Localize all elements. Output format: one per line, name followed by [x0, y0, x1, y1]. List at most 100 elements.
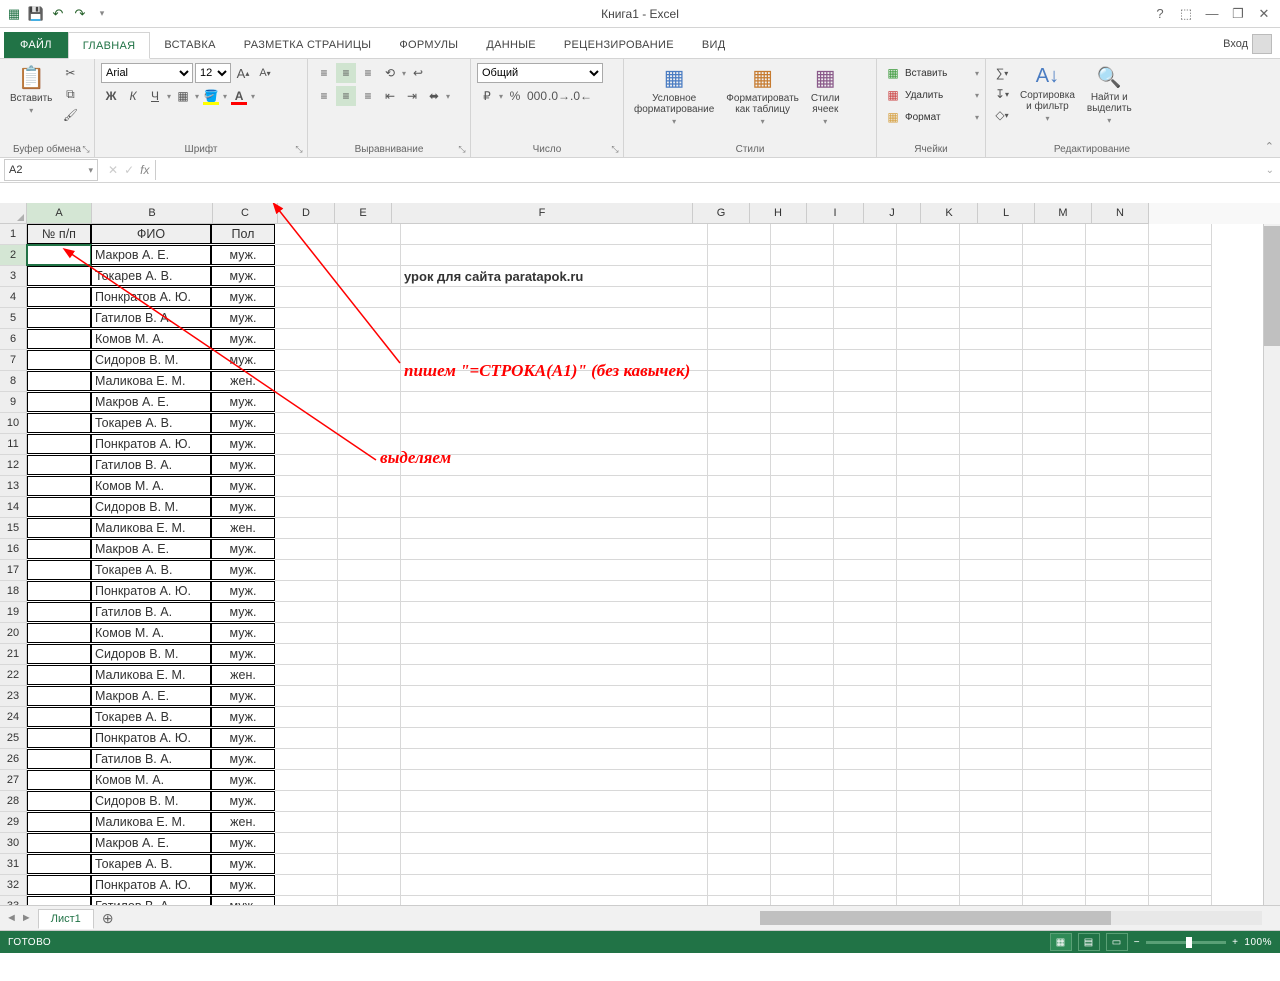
cell[interactable] [338, 686, 401, 707]
cell[interactable] [1149, 518, 1212, 539]
row-header[interactable]: 33 [0, 896, 27, 906]
cell[interactable] [401, 560, 708, 581]
row-header[interactable]: 1 [0, 224, 27, 245]
cut-icon[interactable]: ✂ [60, 63, 80, 83]
cell[interactable] [960, 896, 1023, 906]
row-header[interactable]: 20 [0, 623, 27, 644]
cell[interactable] [1149, 791, 1212, 812]
cell[interactable] [1086, 623, 1149, 644]
cell[interactable] [834, 350, 897, 371]
cell[interactable] [401, 329, 708, 350]
cell[interactable] [1023, 854, 1086, 875]
copy-icon[interactable]: ⧉ [60, 84, 80, 104]
cell[interactable] [960, 833, 1023, 854]
ribbon-options-icon[interactable]: ⬚ [1174, 4, 1198, 24]
cell[interactable] [708, 539, 771, 560]
cell[interactable] [1086, 665, 1149, 686]
cell[interactable]: ФИО [91, 224, 211, 244]
cell[interactable] [1023, 728, 1086, 749]
cell[interactable] [771, 728, 834, 749]
cell[interactable]: Токарев А. В. [91, 854, 211, 874]
cell[interactable] [834, 707, 897, 728]
align-middle-icon[interactable]: ≡ [336, 63, 356, 83]
cell[interactable] [275, 497, 338, 518]
cell[interactable] [834, 728, 897, 749]
cell[interactable] [338, 413, 401, 434]
col-header-N[interactable]: N [1092, 203, 1149, 224]
cell[interactable] [1086, 392, 1149, 413]
cell[interactable] [897, 224, 960, 245]
cell[interactable]: Комов М. А. [91, 476, 211, 496]
cell[interactable] [27, 854, 91, 874]
cell[interactable] [338, 791, 401, 812]
format-as-table-button[interactable]: ▦Форматировать как таблицу▾ [722, 63, 803, 128]
cell[interactable] [275, 749, 338, 770]
cell[interactable] [771, 875, 834, 896]
cell[interactable] [401, 413, 708, 434]
cell[interactable] [897, 392, 960, 413]
cell[interactable]: Сидоров В. М. [91, 791, 211, 811]
cell[interactable] [960, 476, 1023, 497]
cell[interactable] [27, 833, 91, 853]
number-launcher-icon[interactable]: ⤡ [609, 143, 621, 155]
number-format-select[interactable]: Общий [477, 63, 603, 83]
cell[interactable] [897, 707, 960, 728]
cell[interactable] [1023, 287, 1086, 308]
cell[interactable] [960, 749, 1023, 770]
row-header[interactable]: 10 [0, 413, 27, 434]
sheet-nav-prev-icon[interactable]: ◄ [6, 912, 17, 924]
cell[interactable] [1023, 665, 1086, 686]
decrease-decimal-icon[interactable]: .0← [571, 86, 591, 106]
cell[interactable] [401, 833, 708, 854]
cell[interactable] [1086, 770, 1149, 791]
cell[interactable] [1086, 560, 1149, 581]
cell[interactable] [1149, 728, 1212, 749]
cell[interactable] [897, 539, 960, 560]
tab-рецензирование[interactable]: РЕЦЕНЗИРОВАНИЕ [550, 32, 688, 58]
cell[interactable]: муж. [211, 287, 275, 307]
cell[interactable] [338, 581, 401, 602]
row-header[interactable]: 31 [0, 854, 27, 875]
cell[interactable] [275, 602, 338, 623]
col-header-G[interactable]: G [693, 203, 750, 224]
cell[interactable]: Токарев А. В. [91, 707, 211, 727]
cell[interactable] [27, 392, 91, 412]
cell[interactable] [1023, 245, 1086, 266]
cell[interactable] [275, 833, 338, 854]
cell[interactable] [708, 707, 771, 728]
sheet-nav-next-icon[interactable]: ► [21, 912, 32, 924]
cell[interactable] [834, 392, 897, 413]
cell[interactable] [401, 665, 708, 686]
autosum-icon[interactable]: ∑▾ [992, 63, 1012, 83]
cell[interactable]: муж. [211, 560, 275, 580]
cell[interactable]: Комов М. А. [91, 623, 211, 643]
cell[interactable] [708, 455, 771, 476]
find-select-button[interactable]: 🔍Найти и выделить▾ [1083, 63, 1136, 127]
cell[interactable] [338, 434, 401, 455]
cell[interactable] [834, 581, 897, 602]
cell[interactable] [1023, 329, 1086, 350]
cell[interactable] [401, 854, 708, 875]
format-painter-icon[interactable]: 🖌 [60, 105, 80, 125]
cell[interactable] [897, 623, 960, 644]
help-icon[interactable]: ? [1148, 4, 1172, 24]
cell[interactable]: муж. [211, 581, 275, 601]
cell[interactable] [1149, 812, 1212, 833]
cell[interactable] [275, 854, 338, 875]
cell[interactable] [275, 266, 338, 287]
cell[interactable] [960, 707, 1023, 728]
cell[interactable] [27, 896, 91, 906]
cell[interactable] [960, 770, 1023, 791]
cell[interactable] [275, 455, 338, 476]
cell[interactable]: муж. [211, 644, 275, 664]
cell[interactable] [771, 539, 834, 560]
cell[interactable] [708, 581, 771, 602]
row-header[interactable]: 8 [0, 371, 27, 392]
cell[interactable] [897, 644, 960, 665]
cell[interactable] [897, 854, 960, 875]
font-color-icon[interactable]: А [229, 86, 249, 106]
font-launcher-icon[interactable]: ⤡ [293, 143, 305, 155]
row-header[interactable]: 32 [0, 875, 27, 896]
clear-icon[interactable]: ◇▾ [992, 105, 1012, 125]
zoom-out-icon[interactable]: − [1134, 937, 1140, 948]
